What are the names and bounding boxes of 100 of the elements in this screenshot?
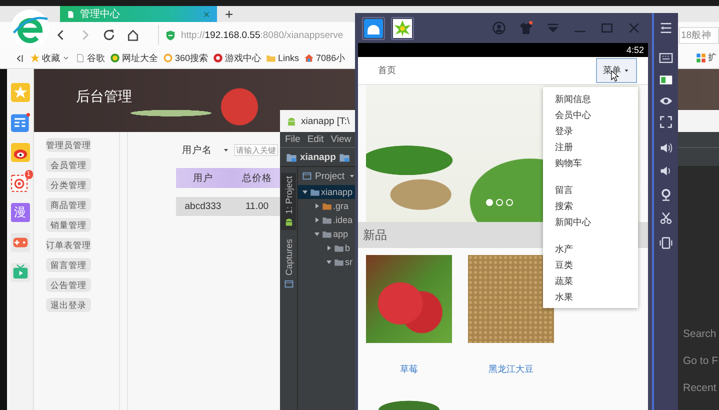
toggle-icon[interactable] <box>659 73 673 87</box>
tree-item[interactable]: .gra <box>298 199 356 213</box>
scissors-icon[interactable] <box>659 211 673 225</box>
news-app-icon[interactable] <box>10 113 30 132</box>
menu-button[interactable]: 留言管理 <box>46 258 91 272</box>
menu-item[interactable]: File <box>285 134 300 145</box>
carousel-dot[interactable] <box>506 199 513 206</box>
flower-app-icon[interactable] <box>393 18 412 38</box>
folder-icon <box>338 152 350 162</box>
mail-app-icon[interactable] <box>10 173 30 192</box>
welcome-action[interactable]: Search <box>683 321 719 348</box>
caret-icon <box>348 172 356 180</box>
menu-item[interactable]: View <box>330 134 352 145</box>
menu-item[interactable]: 留言 <box>543 182 638 198</box>
menu-item[interactable]: 蔬菜 <box>543 273 638 289</box>
bookmark-link[interactable]: 谷歌 <box>87 52 105 64</box>
menu-item[interactable]: 新闻信息 <box>543 91 638 107</box>
weibo-app-icon[interactable] <box>10 143 30 162</box>
menu-button[interactable]: 会员管理 <box>46 158 91 172</box>
disclosure-arrow-icon[interactable] <box>301 188 309 196</box>
disclosure-arrow-icon[interactable] <box>313 202 321 210</box>
menu-item[interactable]: 水产 <box>543 241 638 257</box>
tree-item[interactable]: app <box>298 227 356 241</box>
menu-button[interactable]: 退出登录 <box>46 298 91 312</box>
menu-item[interactable]: 水果 <box>543 289 638 305</box>
fullscreen-icon[interactable] <box>659 115 673 129</box>
folder-icon <box>266 53 276 63</box>
table-cell-text: abcd333 <box>184 201 222 212</box>
bookmark-link[interactable]: 7086小 <box>316 52 346 64</box>
android-icon <box>284 217 294 228</box>
star-icon <box>30 53 40 63</box>
keyword-field[interactable]: 请输入关键 <box>234 144 278 156</box>
page-icon <box>75 53 85 63</box>
bookmark-link[interactable]: 网址大全 <box>122 52 158 64</box>
home-icon[interactable] <box>126 28 140 42</box>
folder-icon <box>286 152 297 162</box>
menu-button[interactable]: 商品管理 <box>46 198 91 212</box>
menu-item[interactable]: 豆类 <box>543 257 638 273</box>
side-tab[interactable]: 1: Project <box>281 173 296 230</box>
filter-select[interactable]: 用户名 <box>182 144 222 156</box>
reload-icon[interactable] <box>102 28 116 42</box>
tree-item[interactable]: b <box>298 241 356 255</box>
keyboard-icon[interactable] <box>659 51 673 65</box>
menu-item[interactable]: 新闻中心 <box>543 214 638 230</box>
bookmark-link[interactable]: 360搜索 <box>175 52 208 64</box>
table-cell-text: 11.00 <box>244 201 270 212</box>
menu-item[interactable]: 注册 <box>543 139 638 155</box>
carousel-dot[interactable] <box>496 199 503 206</box>
panel-title[interactable]: Project <box>315 170 345 182</box>
game-app-icon[interactable] <box>10 233 30 252</box>
menu-item[interactable]: 登录 <box>543 123 638 139</box>
disclosure-arrow-icon[interactable] <box>313 230 321 238</box>
menu-button[interactable]: 菜单 <box>596 58 637 83</box>
side-tab[interactable]: Captures <box>281 236 296 292</box>
menu-item[interactable]: Edit <box>307 134 324 145</box>
search-field[interactable]: 18般神 <box>679 26 719 44</box>
disclosure-arrow-icon[interactable] <box>313 216 321 224</box>
column-header: 总价格 <box>241 172 273 184</box>
menu-button[interactable]: 管理员管理 <box>46 138 91 152</box>
bookmark-link[interactable]: 收藏 <box>42 52 60 64</box>
volume-up-icon[interactable] <box>659 141 673 155</box>
menu-button[interactable]: 分类管理 <box>46 178 91 192</box>
carousel-dot[interactable] <box>486 199 493 206</box>
caret-icon <box>62 54 70 62</box>
menu-button[interactable]: 销量管理 <box>46 218 91 232</box>
product-link[interactable]: 草莓 <box>400 363 418 376</box>
dropdown-icon[interactable] <box>222 146 230 154</box>
banner-title: 后台管理 <box>76 88 132 106</box>
tree-item[interactable]: sr <box>298 255 356 269</box>
column-header: 用户 <box>192 172 214 184</box>
new-tab-button[interactable]: + <box>225 6 234 22</box>
welcome-action[interactable]: Go to F <box>683 348 719 375</box>
menu-button[interactable]: 公告管理 <box>46 278 91 292</box>
shirt-icon[interactable] <box>519 21 533 35</box>
sidebar-toggle-icon[interactable] <box>14 52 25 64</box>
menu-button[interactable]: 订单表管理 <box>46 238 91 252</box>
product-link[interactable]: 黑龙江大豆 <box>488 363 534 376</box>
menu-item[interactable]: 会员中心 <box>543 107 638 123</box>
disclosure-arrow-icon[interactable] <box>325 244 333 252</box>
star-app-icon[interactable] <box>10 83 30 102</box>
volume-down-icon[interactable] <box>659 164 673 178</box>
home-app-icon[interactable] <box>364 18 383 38</box>
bookmark-link[interactable]: 游戏中心 <box>225 52 262 64</box>
disclosure-arrow-icon[interactable] <box>325 258 333 266</box>
home-link[interactable]: 首页 <box>378 64 396 77</box>
rotate-phone-icon[interactable] <box>659 236 673 250</box>
status-time: 4:52 <box>626 45 644 55</box>
tree-item[interactable]: xianapp <box>298 185 356 199</box>
bookmark-link[interactable]: Links <box>278 53 300 63</box>
location-pin-icon[interactable] <box>659 188 673 202</box>
extensions-link[interactable]: 扩 <box>708 52 717 64</box>
breadcrumb-item[interactable]: xianapp <box>300 152 336 162</box>
extensions-icon[interactable] <box>696 53 706 63</box>
menu-item[interactable]: 搜索 <box>543 198 638 214</box>
menu-icon[interactable] <box>659 21 673 35</box>
address-text[interactable]: http://192.168.0.55:8080/xianappserve <box>181 30 344 40</box>
welcome-action[interactable]: Recent <box>683 375 719 402</box>
tree-item[interactable]: .idea <box>298 213 356 227</box>
comic-app-button[interactable]: 漫 <box>10 203 30 222</box>
menu-item[interactable]: 购物车 <box>543 155 638 171</box>
